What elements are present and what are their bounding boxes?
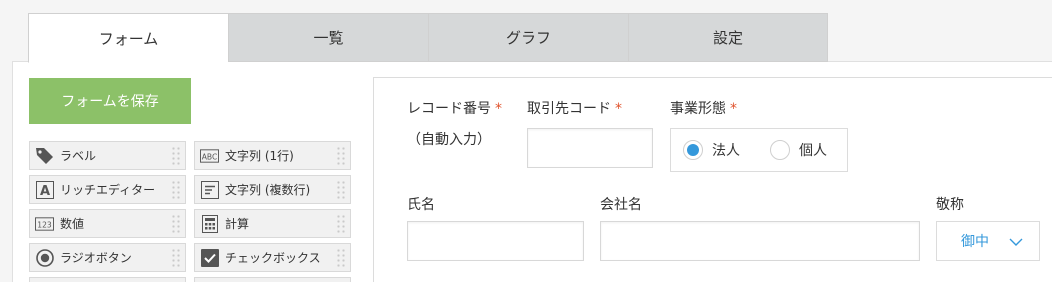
chevron-down-icon [1009, 235, 1023, 251]
honorific-selected-value: 御中 [961, 234, 989, 250]
drag-handle-icon[interactable] [336, 248, 346, 268]
radio-corporation[interactable] [683, 140, 703, 160]
radio-individual-label: 個人 [799, 143, 827, 159]
palette-item-text: 文字列 (1行) [225, 149, 294, 163]
record-number-label: レコード番号 * [407, 101, 502, 117]
honorific-label: 敬称 [936, 197, 964, 213]
honorific-select[interactable]: 御中 [936, 221, 1040, 261]
palette-item-radio-button[interactable]: ラジオボタン [29, 243, 186, 272]
palette-item-single-line-text[interactable]: ABC 文字列 (1行) [194, 141, 351, 170]
palette-item-text: 計算 [225, 217, 250, 231]
number-icon: 123 [35, 214, 54, 233]
drag-handle-icon[interactable] [336, 180, 346, 200]
palette-item-text: 数値 [60, 217, 85, 231]
client-code-input[interactable] [527, 128, 653, 168]
record-number-auto-note: （自動入力） [407, 132, 491, 148]
radio-icon [35, 248, 54, 267]
save-form-button[interactable]: フォームを保存 [29, 78, 191, 124]
drag-handle-icon[interactable] [171, 248, 181, 268]
palette-item-multi-line-text[interactable]: 文字列 (複数行) [194, 175, 351, 204]
radio-individual[interactable] [770, 140, 790, 160]
tab-settings[interactable]: 設定 [628, 13, 828, 62]
rich-text-icon: A [35, 180, 54, 199]
palette-item-more[interactable] [194, 277, 351, 282]
palette-item-text: リッチエディター [60, 183, 156, 197]
drag-handle-icon[interactable] [171, 180, 181, 200]
business-type-radio-group: 法人 個人 [670, 128, 848, 172]
palette-item-text: 文字列 (複数行) [225, 183, 311, 197]
abc-icon: ABC [200, 146, 219, 165]
palette-item-calculation[interactable]: 計算 [194, 209, 351, 238]
drag-handle-icon[interactable] [171, 146, 181, 166]
palette-item-number[interactable]: 123 数値 [29, 209, 186, 238]
tab-bar: フォーム 一覧 グラフ 設定 [28, 13, 828, 63]
company-name-label: 会社名 [600, 197, 642, 213]
palette-item-text: ラジオボタン [60, 251, 132, 265]
radio-corporation-label: 法人 [712, 143, 740, 159]
tag-icon [35, 146, 54, 165]
tab-form[interactable]: フォーム [28, 13, 228, 63]
multiline-text-icon [200, 180, 219, 199]
tab-graph[interactable]: グラフ [428, 13, 628, 62]
svg-text:123: 123 [37, 220, 52, 229]
palette-item-checkbox[interactable]: チェックボックス [194, 243, 351, 272]
tab-list[interactable]: 一覧 [228, 13, 428, 62]
drag-handle-icon[interactable] [336, 146, 346, 166]
calculator-icon [200, 214, 219, 233]
palette-item-text: チェックボックス [225, 251, 321, 265]
name-label: 氏名 [407, 197, 435, 213]
svg-text:A: A [39, 184, 49, 199]
name-input[interactable] [407, 221, 584, 261]
palette-item-label[interactable]: ラベル [29, 141, 186, 170]
company-name-input[interactable] [600, 221, 920, 261]
svg-text:ABC: ABC [202, 152, 218, 161]
drag-handle-icon[interactable] [171, 214, 181, 234]
client-code-label: 取引先コード * [527, 101, 622, 117]
palette-item-more[interactable] [29, 277, 186, 282]
drag-handle-icon[interactable] [336, 214, 346, 234]
business-type-label: 事業形態 * [670, 101, 737, 117]
checkbox-icon [200, 248, 219, 267]
palette-item-rich-editor[interactable]: A リッチエディター [29, 175, 186, 204]
palette-item-text: ラベル [60, 149, 97, 163]
